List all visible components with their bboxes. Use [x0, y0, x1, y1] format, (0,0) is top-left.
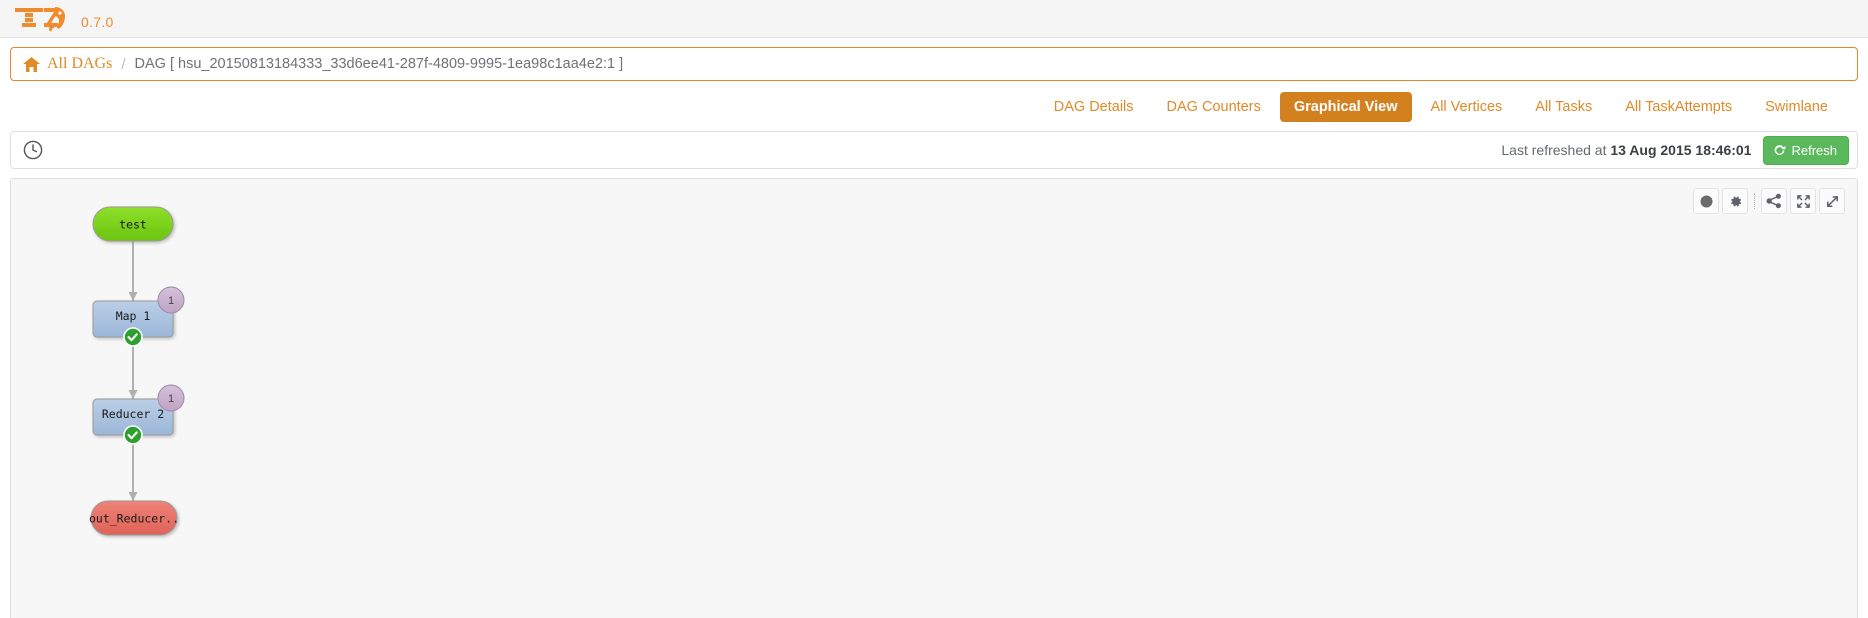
- clock-icon[interactable]: [23, 140, 43, 160]
- dag-node-reducer2-status-icon: [123, 425, 143, 445]
- breadcrumb: All DAGs / DAG [ hsu_20150813184333_33d6…: [10, 47, 1858, 81]
- dag-node-map1-badge: 1: [157, 286, 185, 314]
- version-label: 0.7.0: [81, 13, 114, 30]
- last-refreshed-prefix: Last refreshed at: [1501, 142, 1607, 158]
- refresh-button[interactable]: Refresh: [1763, 135, 1849, 165]
- home-icon: [23, 56, 40, 72]
- tab-all-vertices[interactable]: All Vertices: [1417, 92, 1517, 122]
- tab-all-taskattempts[interactable]: All TaskAttempts: [1611, 92, 1746, 122]
- refresh-button-label: Refresh: [1791, 142, 1837, 158]
- breadcrumb-all-dags-link[interactable]: All DAGs: [47, 55, 112, 73]
- dag-node-map1-badge-count: 1: [168, 295, 174, 307]
- edge-reducer2-out: [128, 435, 138, 501]
- dag-node-reducer2-label: Reducer 2: [102, 407, 164, 421]
- dag-graph[interactable]: test Map 1 1 Reducer 2 1 out_Reducer..: [11, 179, 1857, 618]
- tab-dag-counters[interactable]: DAG Counters: [1153, 92, 1275, 122]
- breadcrumb-separator: /: [121, 55, 126, 73]
- dag-node-map1-label: Map 1: [116, 309, 151, 323]
- dag-edges: [128, 241, 138, 501]
- breadcrumb-current-dag: DAG [ hsu_20150813184333_33d6ee41-287f-4…: [134, 56, 624, 72]
- dag-node-test[interactable]: test: [92, 206, 174, 242]
- tab-bar: DAG Details DAG Counters Graphical View …: [0, 81, 1868, 122]
- refresh-icon: [1775, 144, 1786, 155]
- refresh-bar: Last refreshed at 13 Aug 2015 18:46:01 R…: [10, 131, 1858, 169]
- edge-test-map1: [128, 241, 138, 301]
- dag-node-reducer2-badge: 1: [157, 384, 185, 412]
- dag-node-reducer2-badge-count: 1: [168, 393, 174, 405]
- app-header: 0.7.0: [0, 0, 1868, 38]
- tez-elephant-icon: [15, 6, 65, 31]
- dag-node-out-reducer-label: out_Reducer..: [89, 512, 179, 526]
- tab-graphical-view[interactable]: Graphical View: [1279, 92, 1412, 122]
- dag-node-test-label: test: [119, 218, 147, 232]
- tab-all-tasks[interactable]: All Tasks: [1521, 92, 1606, 122]
- tab-swimlane[interactable]: Swimlane: [1751, 92, 1842, 122]
- dag-node-map1-status-icon: [123, 327, 143, 347]
- last-refreshed-timestamp: 13 Aug 2015 18:46:01: [1610, 142, 1752, 158]
- dag-node-out-reducer[interactable]: out_Reducer..: [89, 500, 179, 536]
- dag-graph-panel: test Map 1 1 Reducer 2 1 out_Reducer..: [10, 178, 1858, 618]
- dag-node-reducer2[interactable]: Reducer 2 1: [92, 384, 185, 445]
- tab-dag-details[interactable]: DAG Details: [1040, 92, 1148, 122]
- dag-node-map1[interactable]: Map 1 1: [92, 286, 185, 347]
- logo[interactable]: 0.7.0: [14, 6, 114, 32]
- last-refreshed-text: Last refreshed at 13 Aug 2015 18:46:01: [1501, 142, 1751, 158]
